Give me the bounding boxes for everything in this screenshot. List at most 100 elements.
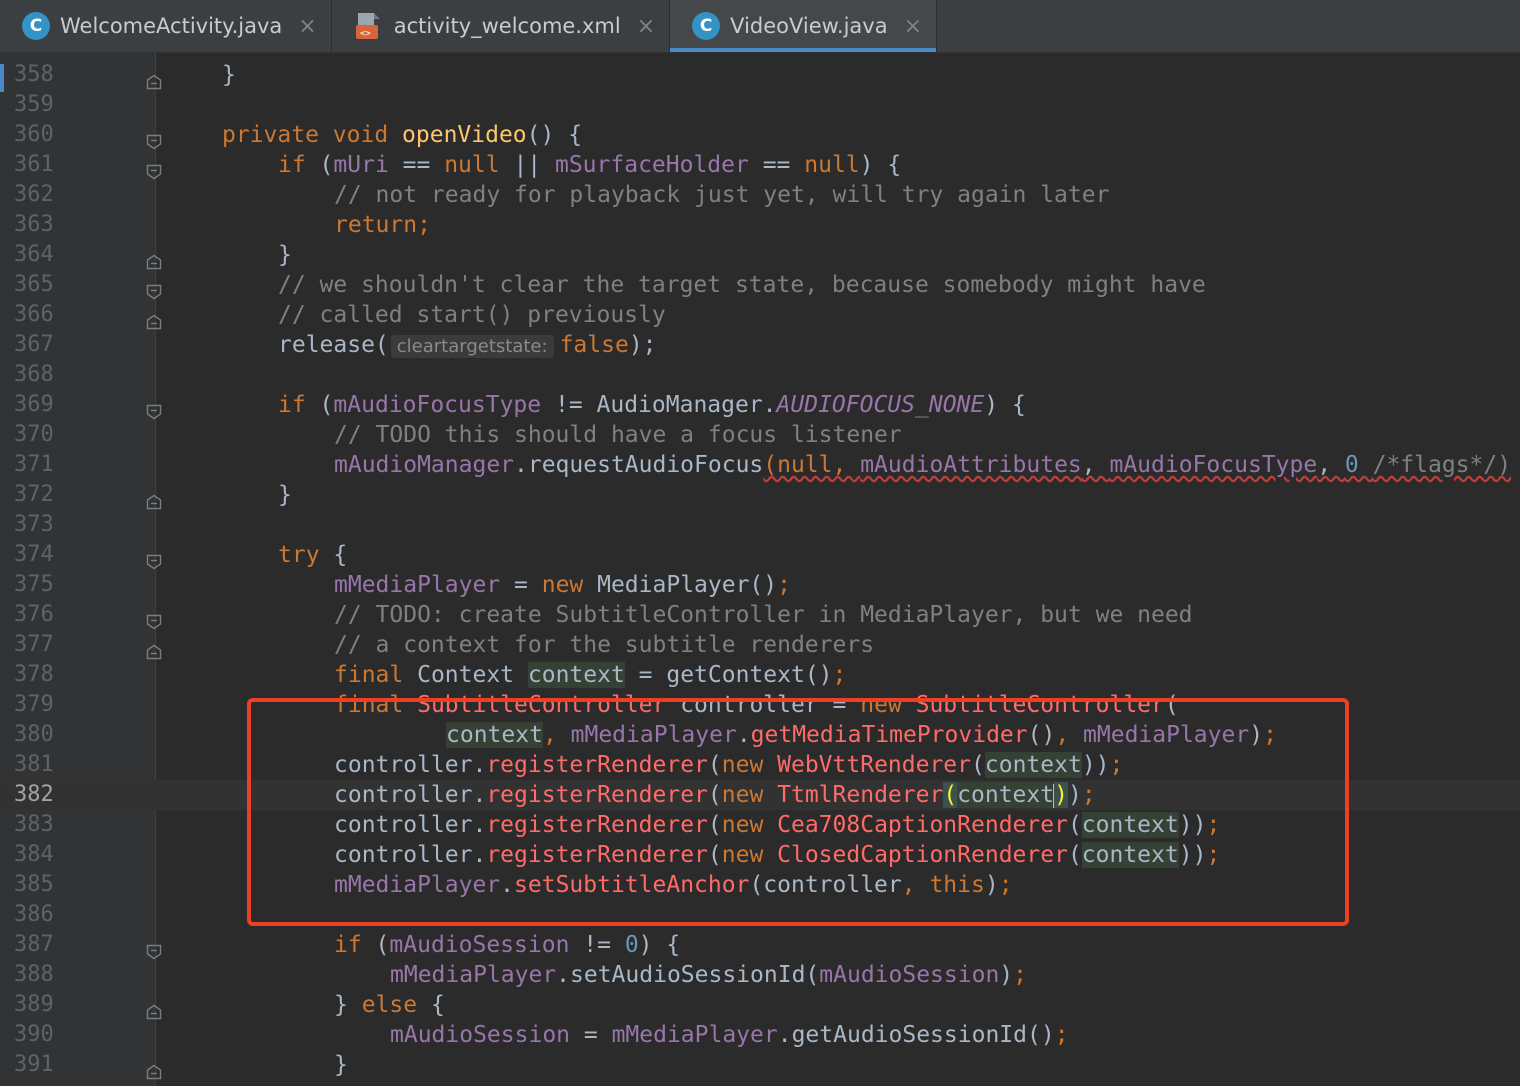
fold-start-icon[interactable] [146,278,162,300]
tab-welcomeactivity-java[interactable]: C WelcomeActivity.java × [0,0,332,52]
code-token: || [513,152,555,178]
code-token: } [334,992,362,1018]
fold-end-icon[interactable] [146,248,162,270]
code-text: final Context context = getContext(); [334,660,846,690]
code-line[interactable]: 389} else { [0,990,1520,1020]
code-token: if [278,392,320,418]
code-text: } [334,1050,348,1080]
code-token: release( [278,332,389,358]
code-token: , [1081,452,1110,478]
code-token: null [444,152,514,178]
code-line[interactable]: 358} [0,60,1520,90]
code-lines: 358} 359 360 private void openVideo() {361 i… [0,60,1520,1080]
fold-end-icon[interactable] [146,68,162,90]
code-line[interactable]: 371 mAudioManager.requestAudioFocus(null,… [0,450,1520,480]
code-text: mAudioSession = mMediaPlayer.getAudioSes… [390,1020,1069,1050]
code-token: == [748,152,805,178]
code-token: mAudioAttributes [860,452,1082,478]
line-number: 373 [14,512,54,537]
line-number: 369 [14,392,54,417]
line-number: 358 [14,62,54,87]
code-line[interactable]: 367 release(cleartargetstate: false); [0,330,1520,360]
code-token: mSurfaceHolder [554,152,749,178]
code-line[interactable]: 365 // we shouldn't clear the target stat… [0,270,1520,300]
tab-videoview-java[interactable]: C VideoView.java × [670,0,938,52]
svg-text:<>: <> [360,29,371,39]
code-line[interactable]: 363 return; [0,210,1520,240]
tab-activity-welcome-xml[interactable]: <> activity_welcome.xml × [332,0,671,52]
code-text: if (mUri == null || mSurfaceHolder == nu… [278,150,901,180]
code-token: context [527,662,625,688]
line-number: 362 [14,182,54,207]
code-token: mAudioManager [334,452,515,478]
close-tab-icon[interactable]: × [298,14,316,39]
code-line[interactable]: 361 if (mUri == null || mSurfaceHolder ==… [0,150,1520,180]
code-line[interactable]: 372} [0,480,1520,510]
code-line[interactable]: 359 [0,90,1520,120]
code-line[interactable]: 368 [0,360,1520,390]
code-line[interactable]: 378 final Context context = getContext(); [0,660,1520,690]
annotation-highlight-box [247,698,1349,926]
code-text: mMediaPlayer = new MediaPlayer(); [334,570,791,600]
code-text: private void openVideo() { [222,120,582,150]
code-token: = getContext() [624,662,833,688]
code-line[interactable]: 369 if (mAudioFocusType != AudioManager.A… [0,390,1520,420]
code-token: final [334,662,418,688]
code-text: // TODO this should have a focus listene… [334,420,902,450]
code-line[interactable]: 374 try { [0,540,1520,570]
line-number: 371 [14,452,54,477]
code-token: mAudioFocusType [333,392,542,418]
fold-end-icon[interactable] [146,638,162,660]
code-token: // TODO: create SubtitleController in Me… [334,602,1193,628]
code-text: release(cleartargetstate: false); [278,330,657,362]
code-line[interactable]: 387 if (mAudioSession != 0) { [0,930,1520,960]
code-token: ; [832,662,847,688]
fold-start-icon[interactable] [146,398,162,420]
code-token: ; [777,572,791,598]
code-token: ) { [984,392,1026,418]
code-line[interactable]: 366 // called start() previously [0,300,1520,330]
code-line[interactable]: 390 mAudioSession = mMediaPlayer.getAudio… [0,1020,1520,1050]
code-line[interactable]: 391} [0,1050,1520,1080]
fold-end-icon[interactable] [146,1058,162,1080]
code-line[interactable]: 370 // TODO this should have a focus list… [0,420,1520,450]
code-token: else [361,992,431,1018]
close-tab-icon[interactable]: × [637,14,655,39]
code-line[interactable]: 360 private void openVideo() { [0,120,1520,150]
code-line[interactable]: 362 // not ready for playback just yet, w… [0,180,1520,210]
line-number: 380 [14,722,54,747]
fold-start-icon[interactable] [146,158,162,180]
fold-start-icon[interactable] [146,128,162,150]
code-token: openVideo [402,122,527,148]
code-line[interactable]: 373 [0,510,1520,540]
code-token: return; [334,212,431,238]
fold-start-icon[interactable] [146,938,162,960]
fold-start-icon[interactable] [146,548,162,570]
code-line[interactable]: 388 mMediaPlayer.setAudioSessionId(mAudio… [0,960,1520,990]
code-token: if [334,932,376,958]
line-number: 360 [14,122,54,147]
line-number: 367 [14,332,54,357]
code-line[interactable]: 377 // a context for the subtitle rendere… [0,630,1520,660]
code-token: Context [417,662,528,688]
code-token: ) { [638,932,681,958]
editor-tab-bar: C WelcomeActivity.java × <> activity_welcome… [0,0,1520,53]
tab-label: VideoView.java [730,14,888,38]
code-token: mUri [333,152,389,178]
fold-end-icon[interactable] [146,488,162,510]
code-token: = [570,1022,612,1048]
line-number: 364 [14,242,54,267]
fold-end-icon[interactable] [146,308,162,330]
code-line[interactable]: 375 mMediaPlayer = new MediaPlayer(); [0,570,1520,600]
code-token: .setAudioSessionId( [556,962,820,988]
code-text: } else { [334,990,445,1020]
code-token: mMediaPlayer [611,1022,778,1048]
code-line[interactable]: 376 // TODO: create SubtitleController in… [0,600,1520,630]
fold-start-icon[interactable] [146,608,162,630]
code-line[interactable]: 364} [0,240,1520,270]
code-editor[interactable]: 358} 359 360 private void openVideo() {361 i… [0,52,1520,1086]
close-tab-icon[interactable]: × [904,14,922,39]
line-number: 381 [14,752,54,777]
code-token: ); [628,332,657,358]
fold-end-icon[interactable] [146,998,162,1020]
